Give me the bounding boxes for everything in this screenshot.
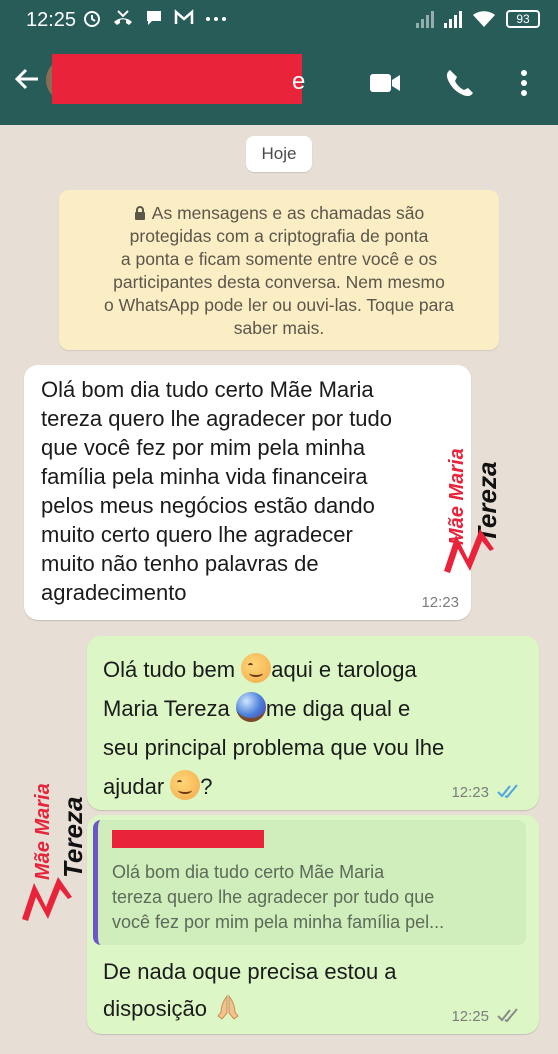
watermark-mark-icon	[444, 529, 494, 573]
chat-area[interactable]: Hoje As mensagens e as chamadas são prot…	[0, 125, 558, 1054]
date-chip: Hoje	[246, 136, 312, 172]
more-vert-icon[interactable]	[514, 66, 534, 100]
message-line: família pela minha vida financeira	[41, 464, 368, 489]
status-time: 12:25	[26, 9, 77, 31]
gmail-icon	[174, 9, 194, 24]
video-call-icon[interactable]	[368, 66, 402, 100]
notice-line-2: protegidas com a criptografia de ponta	[129, 226, 429, 246]
incoming-message[interactable]: Olá bom dia tudo certo Mãe Maria tereza …	[24, 365, 471, 620]
read-receipt-icon	[497, 784, 518, 798]
notice-line-3: a ponta e ficam somente entre você e os	[120, 249, 438, 269]
quoted-text: Olá bom dia tudo certo Mãe Maria tereza …	[112, 860, 517, 935]
notice-line-6: saber mais.	[233, 318, 325, 338]
message-line: pelos meus negócios estão dando	[41, 493, 375, 518]
crystal-ball-emoji-icon	[235, 692, 266, 722]
message-time: 12:23	[451, 784, 489, 801]
quoted-line: Olá bom dia tudo certo Mãe Maria	[112, 862, 385, 882]
folded-hands-emoji-icon	[217, 994, 239, 1020]
message-line: muito não tenho palavras de	[41, 551, 319, 576]
encryption-notice[interactable]: As mensagens e as chamadas são protegida…	[59, 190, 499, 350]
watermark-mark-icon	[22, 877, 72, 921]
status-icons-left	[82, 8, 228, 28]
chat-icon	[147, 11, 161, 25]
quoted-line: você fez por mim pela minha família pel.…	[112, 912, 445, 932]
battery-icon: 93	[506, 10, 540, 28]
outgoing-reply-message[interactable]: Olá bom dia tudo certo Mãe Maria tereza …	[87, 815, 539, 1034]
quoted-line: tereza quero lhe agradecer por tudo que	[112, 887, 435, 907]
missed-call-icon	[114, 10, 132, 25]
message-line: agradecimento	[41, 580, 187, 605]
back-arrow-icon[interactable]	[12, 64, 42, 94]
alarm-icon	[84, 11, 100, 27]
more-dots-icon	[206, 17, 226, 21]
chat-header: e	[0, 40, 558, 125]
contact-name-redacted[interactable]	[52, 54, 302, 104]
watermark-text-big: Tereza	[58, 796, 88, 878]
message-line: seu principal problema que vou lhe	[103, 735, 445, 760]
message-line: tereza quero lhe agradecer por tudo	[41, 406, 393, 431]
message-time: 12:23	[421, 594, 459, 611]
signal-1-icon	[416, 10, 434, 28]
message-line: muito certo quero lhe agradecer	[41, 522, 353, 547]
smiling-face-emoji-icon	[170, 770, 201, 800]
wifi-icon	[473, 11, 495, 27]
status-bar: 12:25 93	[0, 0, 558, 40]
quoted-author-redacted	[112, 830, 264, 848]
message-line: Maria Tereza me diga qual e	[103, 689, 444, 728]
message-line: Olá bom dia tudo certo Mãe Maria	[41, 377, 374, 402]
phone-icon[interactable]	[444, 66, 474, 100]
delivered-receipt-icon	[497, 1008, 518, 1022]
watermark-text-small: Mãe Maria	[32, 783, 54, 880]
contact-name-tail[interactable]: e	[292, 68, 305, 96]
signal-2-icon	[444, 10, 462, 28]
outgoing-message[interactable]: Olá tudo bem aqui e tarologa Maria Terez…	[87, 636, 539, 810]
message-line: que você fez por mim pela minha	[41, 435, 366, 460]
message-time: 12:25	[451, 1008, 489, 1025]
notice-line-4: participantes desta conversa. Nem mesmo	[113, 272, 445, 292]
message-line: disposição	[103, 990, 397, 1027]
notice-line-1: As mensagens e as chamadas são	[75, 202, 483, 225]
status-icons-right: 93	[416, 9, 540, 29]
notice-line-5: o WhatsApp pode ler ou ouvi-las. Toque p…	[104, 295, 454, 315]
lock-icon	[134, 206, 145, 220]
quoted-message[interactable]: Olá bom dia tudo certo Mãe Maria tereza …	[93, 820, 526, 945]
message-line: ajudar ?	[103, 767, 444, 806]
message-line: De nada oque precisa estou a	[103, 959, 397, 984]
smiling-face-emoji-icon	[241, 653, 272, 683]
message-line: Olá tudo bem aqui e tarologa	[103, 650, 444, 689]
